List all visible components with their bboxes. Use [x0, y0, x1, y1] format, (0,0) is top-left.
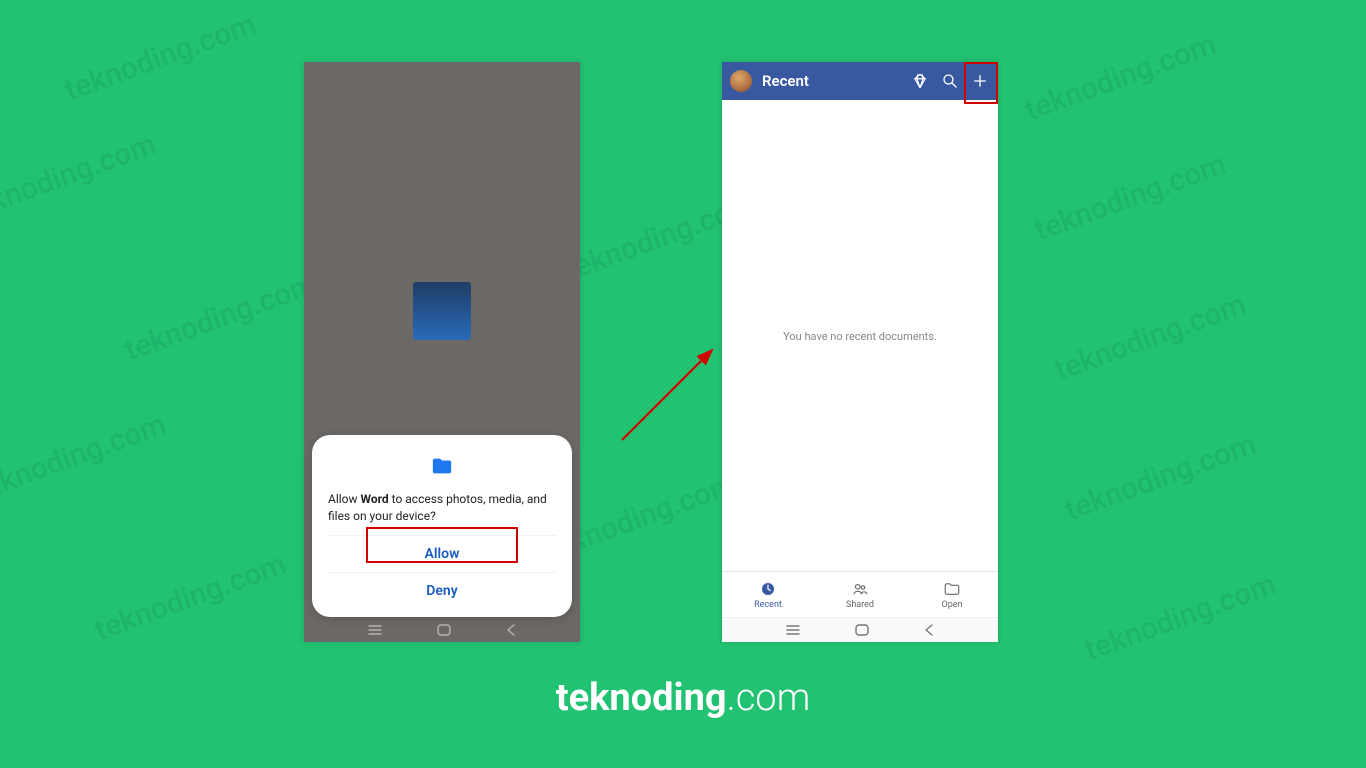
android-navbar: [304, 617, 580, 642]
people-icon: [851, 580, 869, 598]
home-nav-icon[interactable]: [854, 623, 870, 637]
watermark: teknoding.com: [1050, 287, 1251, 389]
tab-open[interactable]: Open: [906, 572, 998, 617]
watermark: teknoding.com: [0, 407, 171, 509]
back-nav-icon[interactable]: [923, 623, 935, 637]
word-appbar: Recent: [722, 62, 998, 100]
back-nav-icon[interactable]: [505, 623, 517, 637]
watermark: teknoding.com: [0, 127, 161, 229]
instruction-arrow: [612, 330, 732, 450]
phone-word-recent-screen: Recent You have no recent documents. Rec…: [722, 62, 998, 642]
appbar-title: Recent: [762, 72, 900, 90]
new-document-icon[interactable]: [970, 71, 990, 91]
footer-brand: teknoding.com: [556, 676, 811, 720]
phone-permission-screen: Allow Word to access photos, media, and …: [304, 62, 580, 642]
tab-open-label: Open: [942, 600, 963, 610]
home-nav-icon[interactable]: [436, 623, 452, 637]
watermark: teknoding.com: [1020, 27, 1221, 129]
android-navbar: [722, 617, 998, 642]
empty-state-text: You have no recent documents.: [722, 330, 998, 343]
tab-shared-label: Shared: [846, 600, 874, 610]
recents-nav-icon[interactable]: [785, 624, 801, 636]
footer-brand-bold: teknoding: [556, 676, 727, 720]
tab-shared[interactable]: Shared: [814, 572, 906, 617]
folder-open-icon: [943, 580, 961, 598]
permission-prefix: Allow: [328, 492, 361, 506]
watermark: teknoding.com: [1060, 427, 1261, 529]
clock-icon: [759, 580, 777, 598]
search-icon[interactable]: [940, 71, 960, 91]
tab-recent-label: Recent: [754, 600, 782, 610]
watermark: teknoding.com: [60, 7, 261, 109]
premium-icon[interactable]: [910, 71, 930, 91]
recents-nav-icon[interactable]: [367, 624, 383, 636]
bottom-tab-bar: Recent Shared Open: [722, 571, 998, 617]
permission-app-name: Word: [361, 492, 389, 506]
avatar[interactable]: [730, 70, 752, 92]
folder-icon: [428, 455, 456, 477]
watermark: teknoding.com: [1080, 567, 1281, 669]
word-app-tile: [413, 282, 471, 340]
watermark: teknoding.com: [1030, 147, 1231, 249]
allow-button[interactable]: Allow: [328, 535, 556, 572]
watermark: teknoding.com: [120, 267, 321, 369]
permission-message: Allow Word to access photos, media, and …: [328, 491, 556, 525]
watermark: teknoding.com: [90, 547, 291, 649]
deny-button[interactable]: Deny: [328, 572, 556, 609]
tab-recent[interactable]: Recent: [722, 572, 814, 617]
footer-brand-light: .com: [727, 676, 811, 720]
permission-dialog: Allow Word to access photos, media, and …: [312, 435, 572, 617]
